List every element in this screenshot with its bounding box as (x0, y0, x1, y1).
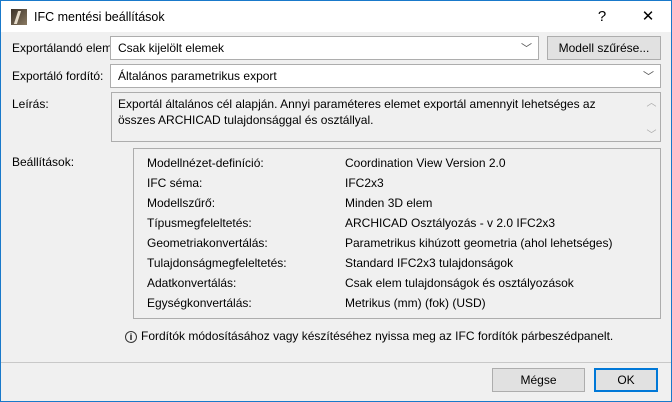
setting-key: Típusmegfeleltetés: (147, 216, 252, 230)
setting-key: Modellszűrő: (147, 196, 216, 210)
setting-key: Tulajdonságmegfeleltetés: (147, 256, 287, 270)
setting-value: Csak elem tulajdonságok és osztályozások (345, 276, 574, 290)
setting-value: IFC2x3 (345, 176, 384, 190)
setting-value: ARCHICAD Osztályozás - v 2.0 IFC2x3 (345, 216, 556, 230)
ifc-save-settings-dialog: IFC mentési beállítások ? ✕ Exportálandó… (0, 0, 672, 402)
chevron-down-icon: ﹀ (521, 43, 532, 55)
export-elements-select[interactable]: Csak kijelölt elemek ﹀ (110, 36, 539, 60)
setting-value: Minden 3D elem (345, 196, 433, 210)
scrollbar[interactable]: ︿ ﹀ (643, 93, 660, 141)
title-bar: IFC mentési beállítások ? ✕ (1, 1, 671, 32)
setting-value: Parametrikus kihúzott geometria (ahol le… (345, 236, 613, 250)
info-message: i Fordítók módosításához vagy készítéséhe… (125, 329, 613, 343)
description-label: Leírás: (12, 97, 49, 111)
ok-button[interactable]: OK (594, 368, 658, 392)
settings-label: Beállítások: (12, 155, 75, 169)
setting-key: IFC séma: (147, 176, 203, 190)
help-button[interactable]: ? (579, 1, 625, 32)
description-textarea[interactable]: Exportál általános cél alapján. Annyi pa… (111, 92, 661, 142)
chevron-down-icon: ﹀ (643, 71, 654, 83)
setting-value: Metrikus (mm) (fok) (USD) (345, 296, 486, 310)
scroll-up-icon[interactable]: ︿ (643, 96, 660, 112)
setting-key: Geometriakonvertálás: (147, 236, 268, 250)
setting-key: Adatkonvertálás: (147, 276, 237, 290)
translator-value: Általános parametrikus export (118, 69, 277, 83)
translator-label: Exportáló fordító: (12, 69, 104, 83)
info-text: Fordítók módosításához vagy készítéséhez… (141, 329, 614, 343)
setting-key: Modellnézet-definíció: (147, 156, 264, 170)
archicad-app-icon (11, 9, 27, 25)
scroll-down-icon[interactable]: ﹀ (643, 128, 660, 144)
cancel-button[interactable]: Mégse (492, 368, 585, 392)
dialog-title: IFC mentési beállítások (34, 10, 165, 24)
export-elements-value: Csak kijelölt elemek (118, 41, 225, 55)
model-filter-button[interactable]: Modell szűrése... (547, 36, 661, 60)
settings-list: Modellnézet-definíció: Coordination View … (133, 148, 661, 319)
setting-value: Standard IFC2x3 tulajdonságok (345, 256, 514, 270)
divider (1, 362, 671, 363)
translator-select[interactable]: Általános parametrikus export ﹀ (110, 64, 661, 88)
description-text: Exportál általános cél alapján. Annyi pa… (118, 97, 596, 127)
setting-value: Coordination View Version 2.0 (345, 156, 506, 170)
setting-key: Egységkonvertálás: (147, 296, 252, 310)
info-icon: i (125, 331, 137, 343)
close-button[interactable]: ✕ (625, 1, 671, 32)
